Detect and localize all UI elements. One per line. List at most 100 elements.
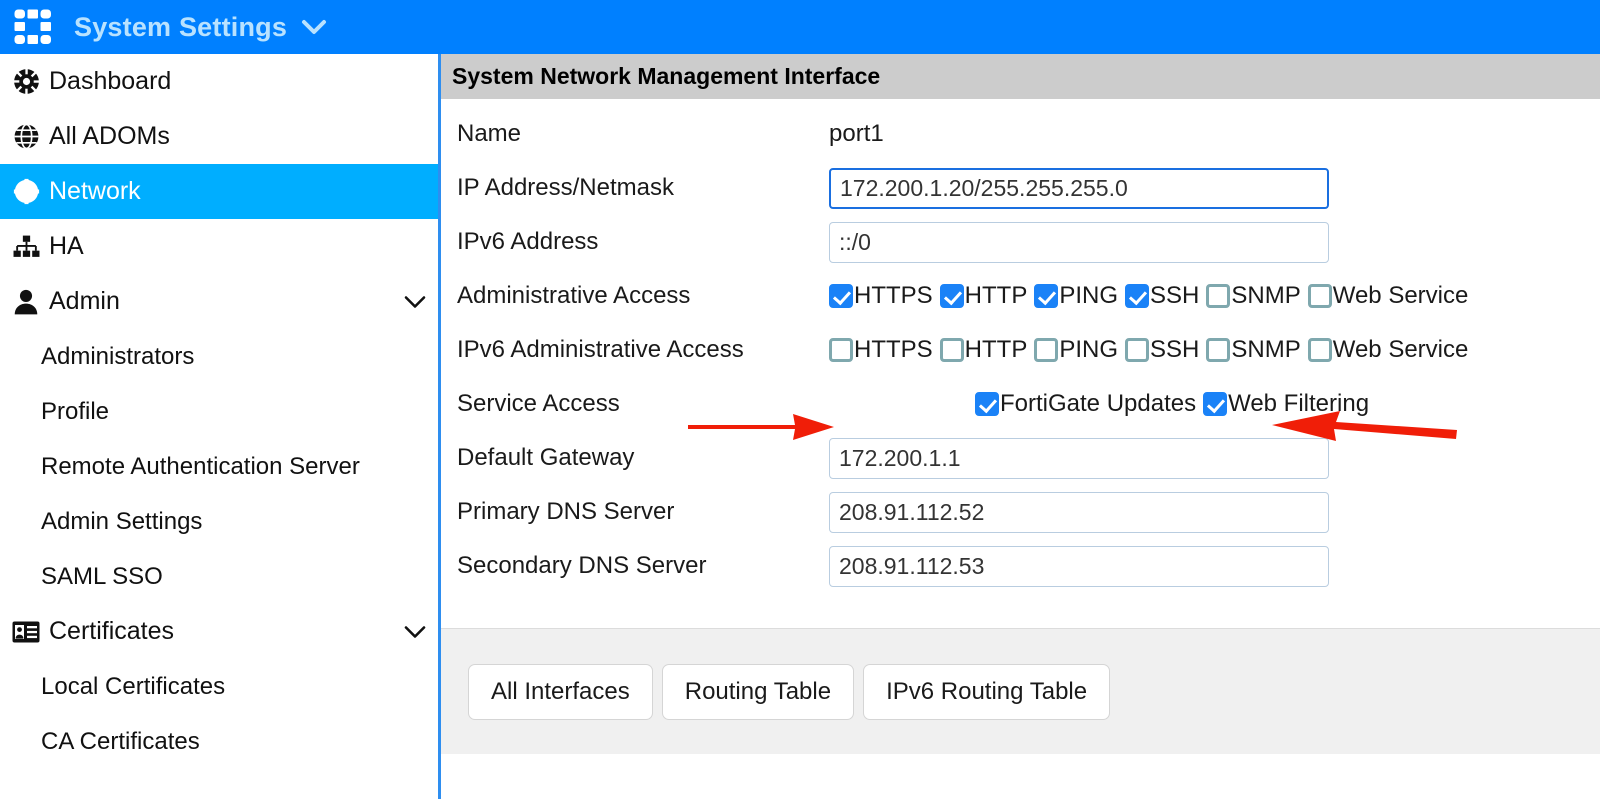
sidebar-item-label: Local Certificates [41,672,226,700]
ipv6-admin-access-checkbox-label-0: HTTPS [854,336,933,363]
row-name: Name port1 [441,107,1600,161]
sidebar-item-label: Administrators [41,342,195,370]
sidebar-item-label: CA Certificates [41,727,200,755]
checkbox-item[interactable]: PING [1034,282,1118,310]
label-primary-dns: Primary DNS Server [457,498,675,525]
checkbox-item[interactable]: HTTPS [829,336,933,364]
sidebar-item-label: All ADOMs [49,122,170,150]
cog-icon [10,68,42,96]
secondary-dns-input[interactable] [829,545,1329,587]
admin-access-checkbox-3[interactable] [1125,284,1150,308]
chevron-down-icon[interactable] [404,617,426,646]
admin-access-checkbox-label-1: HTTP [964,282,1028,309]
admin-access-checkbox-label-4: SNMP [1231,282,1301,309]
ipv6-routing-table-button[interactable]: IPv6 Routing Table [863,663,1111,720]
checkbox-item[interactable]: SSH [1125,282,1199,310]
admin-access-checkbox-label-3: SSH [1150,282,1200,309]
admin-access-checkbox-0[interactable] [829,284,853,308]
row-primary-dns: Primary DNS Server [441,485,1600,539]
user-icon [10,288,42,316]
sidebar-item-label: Profile [41,397,110,425]
row-secondary-dns: Secondary DNS Server [441,539,1600,593]
sidebar-item-remote-authentication-server[interactable]: Remote Authentication Server [0,439,438,494]
label-ipv6-administrative-access: IPv6 Administrative Access [457,336,744,363]
sidebar-item-admin-settings[interactable]: Admin Settings [0,494,438,549]
chevron-down-icon[interactable] [301,19,327,35]
sidebar-item-saml-sso[interactable]: SAML SSO [0,549,438,604]
admin-access-checkbox-4[interactable] [1206,284,1231,308]
sidebar-item-label: Admin [49,287,120,315]
sidebar-item-profile[interactable]: Profile [0,384,438,439]
row-administrative-access: Administrative Access HTTPS HTTP PING SSH SN… [441,269,1600,323]
sidebar-item-dashboard[interactable]: Dashboard [0,54,438,109]
label-ip-address: IP Address/Netmask [457,174,674,201]
sidebar-item-network[interactable]: Network [0,164,438,219]
sidebar-item-all-adoms[interactable]: All ADOMs [0,109,438,164]
sidebar-item-label: SAML SSO [41,562,163,590]
ipv6-admin-access-checkbox-5[interactable] [1307,338,1332,362]
top-bar: System Settings [0,0,1600,54]
fortinet-grid-logo-icon [11,7,55,47]
sidebar-item-certificates[interactable]: Certificates [0,604,438,659]
checkbox-item[interactable]: Web Filtering [1203,390,1369,418]
globe-icon [10,123,42,151]
sidebar-item-admin[interactable]: Admin [0,274,438,329]
default-gateway-input[interactable] [829,437,1329,479]
sidebar-item-label: Dashboard [49,67,172,95]
checkbox-item[interactable]: PING [1034,336,1118,364]
ipv6-admin-access-checkbox-2[interactable] [1034,338,1059,362]
admin-access-checkbox-label-0: HTTPS [854,282,933,309]
sidebar-item-label: Remote Authentication Server [41,452,360,480]
admin-access-checkbox-label-2: PING [1059,282,1119,309]
panel-footer-buttons: All Interfaces Routing Table IPv6 Routing … [441,628,1600,754]
administrative-access-checkbox-group: HTTPS HTTP PING SSH SNMP Web Service [829,282,1475,310]
routing-table-button[interactable]: Routing Table [661,663,855,720]
ip-address-input[interactable] [829,167,1329,209]
ipv6-admin-access-checkbox-4[interactable] [1206,338,1231,362]
ipv6-admin-access-checkbox-label-2: PING [1059,336,1119,363]
admin-access-checkbox-1[interactable] [939,284,964,308]
checkbox-item[interactable]: HTTP [939,336,1027,364]
admin-access-checkbox-2[interactable] [1034,284,1059,308]
checkbox-item[interactable]: SNMP [1206,336,1301,364]
checkbox-item[interactable]: Web Service [1307,336,1469,364]
service-access-checkbox-0[interactable] [975,392,999,416]
service-access-checkbox-label-0: FortiGate Updates [1000,390,1197,417]
row-ipv6-address: IPv6 Address [441,215,1600,269]
checkbox-item[interactable]: HTTP [939,282,1028,310]
admin-access-checkbox-5[interactable] [1307,284,1332,308]
ipv6-administrative-access-checkbox-group: HTTPS HTTP PING SSH SNMP Web Service [829,336,1475,364]
ipv6-admin-access-checkbox-label-4: SNMP [1231,336,1301,363]
checkbox-item[interactable]: FortiGate Updates [975,390,1196,418]
panel-title: System Network Management Interface [441,54,1600,99]
main-panel: System Network Management Interface Name… [441,54,1600,799]
ipv6-admin-access-checkbox-3[interactable] [1125,338,1150,362]
sidebar-item-administrators[interactable]: Administrators [0,329,438,384]
checkbox-item[interactable]: HTTPS [829,282,933,310]
checkbox-item[interactable]: SSH [1125,336,1199,364]
ipv6-admin-access-checkbox-label-3: SSH [1150,336,1200,363]
primary-dns-input[interactable] [829,491,1329,533]
checkbox-item[interactable]: SNMP [1206,282,1301,310]
sidebar-item-label: Network [49,177,141,205]
sitemap-icon [10,233,42,261]
sidebar-item-ha[interactable]: HA [0,219,438,274]
ipv6-address-input[interactable] [829,221,1329,263]
row-ipv6-administrative-access: IPv6 Administrative Access HTTPS HTTP PING… [441,323,1600,377]
chevron-down-icon[interactable] [404,287,426,316]
service-access-checkbox-1[interactable] [1203,392,1228,416]
row-default-gateway: Default Gateway [441,431,1600,485]
ipv6-admin-access-checkbox-0[interactable] [829,338,853,362]
app-root: System Settings Dashboard All ADOMs Networ… [0,0,1600,799]
label-ipv6-address: IPv6 Address [457,228,599,255]
ipv6-admin-access-checkbox-label-5: Web Service [1332,336,1469,363]
all-interfaces-button[interactable]: All Interfaces [468,663,653,720]
checkbox-item[interactable]: Web Service [1307,282,1469,310]
id-card-icon [10,618,42,646]
sidebar-item-ca-certificates[interactable]: CA Certificates [0,714,438,769]
network-ring-icon [10,178,42,206]
sidebar-item-local-certificates[interactable]: Local Certificates [0,659,438,714]
ipv6-admin-access-checkbox-1[interactable] [939,338,964,362]
label-name: Name [457,120,522,147]
admin-access-checkbox-label-5: Web Service [1332,282,1469,309]
